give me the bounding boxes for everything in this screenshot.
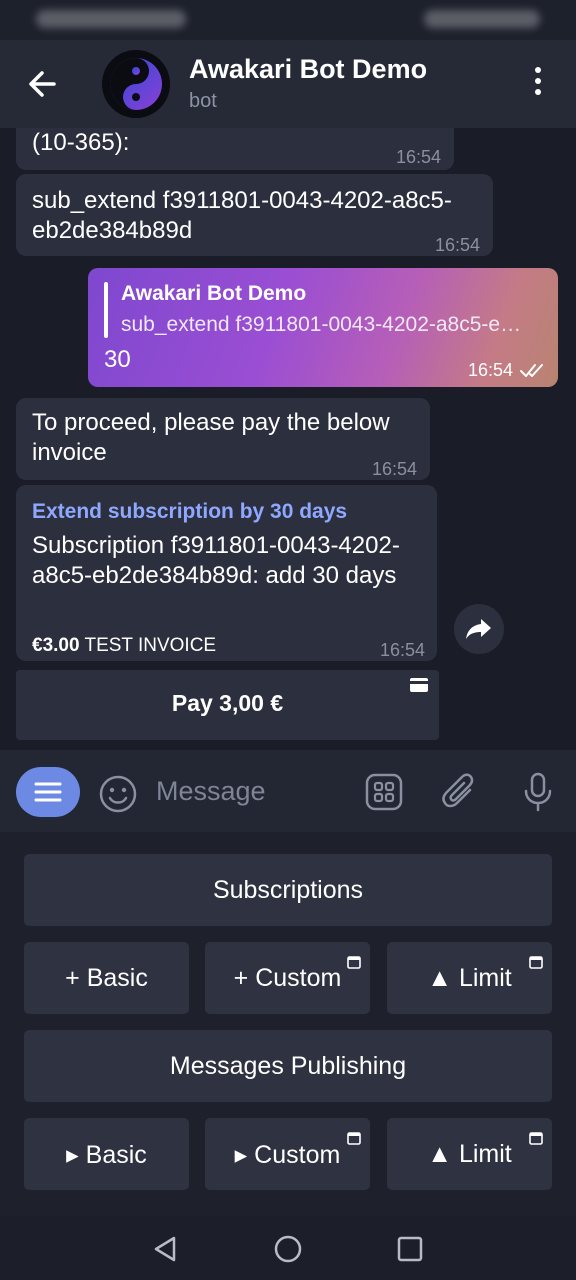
invoice-tag: TEST INVOICE — [84, 635, 217, 656]
bot-reply-keyboard: Subscriptions + Basic + Custom ▲ Limit M… — [0, 832, 576, 1216]
keyboard-button-label: ▸ Custom — [234, 1141, 341, 1169]
pay-button[interactable]: Pay 3,00 € — [16, 670, 439, 740]
reply-preview-text: sub_extend f3911801-0043-4202-a8c5-e… — [121, 313, 522, 336]
credit-card-icon — [410, 678, 428, 692]
keyboard-button-add-basic[interactable]: + Basic — [24, 942, 189, 1014]
message-text: sub_extend f3911801-0043-4202-a8c5-eb2de… — [32, 187, 452, 244]
status-bar — [0, 0, 576, 40]
message-input-bar — [0, 750, 576, 832]
smiley-icon — [99, 775, 137, 813]
keyboard-button-publish-basic[interactable]: ▸ Basic — [24, 1118, 189, 1190]
system-navigation-bar — [0, 1216, 576, 1280]
invoice-message[interactable]: Extend subscription by 30 days Subscript… — [16, 485, 437, 661]
keyboard-button-messages-publishing[interactable]: Messages Publishing — [24, 1030, 552, 1102]
nav-back-icon[interactable] — [150, 1234, 180, 1264]
invoice-amount-line: €3.00 TEST INVOICE — [32, 631, 216, 661]
invoice-description: Subscription f3911801-0043-4202-a8c5-eb2… — [32, 532, 400, 589]
chat-title[interactable]: Awakari Bot Demo — [189, 54, 427, 85]
status-right-blur — [424, 10, 540, 28]
back-button[interactable] — [24, 64, 64, 104]
reply-sender-name: Awakari Bot Demo — [121, 282, 307, 305]
nav-home-icon[interactable] — [273, 1234, 303, 1264]
invoice-title: Extend subscription by 30 days — [32, 500, 348, 523]
keyboard-button-subscriptions[interactable]: Subscriptions — [24, 854, 552, 926]
awakari-logo-icon — [102, 50, 170, 118]
message-text: (10-365): — [32, 129, 130, 156]
message-time: 16:54 — [396, 147, 442, 167]
more-options-button[interactable] — [526, 62, 550, 106]
keyboard-button-label: + Custom — [233, 964, 342, 992]
chat-header: Awakari Bot Demo bot — [0, 40, 576, 128]
message-time: 16:54 — [468, 360, 514, 380]
keyboard-button-label: ▸ Basic — [66, 1141, 147, 1169]
keyboard-button-label: Messages Publishing — [169, 1052, 407, 1080]
status-left-blur — [36, 10, 186, 28]
dot-icon — [535, 67, 541, 73]
attach-button[interactable] — [440, 770, 480, 814]
keyboard-button-label: Subscriptions — [212, 876, 364, 904]
microphone-button[interactable] — [518, 770, 558, 814]
menu-lines-icon — [34, 782, 62, 802]
keyboard-button-add-custom[interactable]: + Custom — [205, 942, 370, 1014]
keyboard-button-limit[interactable]: ▲ Limit — [387, 942, 552, 1014]
bot-menu-button[interactable] — [16, 767, 80, 817]
bot-avatar[interactable] — [102, 50, 170, 118]
keyboard-button-label: + Basic — [65, 964, 148, 992]
microphone-icon — [524, 772, 552, 812]
arrow-left-icon — [29, 71, 56, 97]
pay-button-label: Pay 3,00 € — [171, 690, 284, 716]
share-button[interactable] — [454, 604, 504, 654]
message-bubble-incoming[interactable]: sub_extend f3911801-0043-4202-a8c5-eb2de… — [16, 174, 493, 256]
invoice-amount: €3.00 — [32, 635, 80, 656]
message-input[interactable] — [156, 774, 346, 808]
webapp-window-icon — [347, 956, 361, 969]
message-time: 16:54 — [380, 640, 426, 660]
dot-icon — [535, 89, 541, 95]
keyboard-button-label: ▲ Limit — [427, 964, 512, 992]
dot-icon — [535, 78, 541, 84]
keyboard-button-label: ▲ Limit — [427, 1140, 512, 1168]
reply-quote-bar — [104, 282, 108, 338]
message-text: 30 — [104, 346, 131, 373]
double-check-icon — [520, 364, 543, 377]
message-time: 16:54 — [435, 235, 481, 255]
webapp-window-icon — [347, 1132, 361, 1145]
paperclip-icon — [442, 773, 474, 808]
bot-keyboard-toggle-button[interactable] — [364, 772, 404, 812]
message-bubble-incoming[interactable]: To proceed, please pay the below invoice… — [16, 398, 430, 480]
message-text: To proceed, please pay the below invoice — [32, 409, 390, 466]
share-arrow-icon — [466, 619, 491, 639]
chat-subtitle: bot — [189, 90, 217, 112]
keyboard-button-publish-custom[interactable]: ▸ Custom — [205, 1118, 370, 1190]
keyboard-grid-icon — [365, 773, 403, 811]
keyboard-button-publish-limit[interactable]: ▲ Limit — [387, 1118, 552, 1190]
chat-area[interactable]: (10-365): 16:54 sub_extend f3911801-0043… — [0, 128, 576, 750]
webapp-window-icon — [529, 1132, 543, 1145]
nav-recents-icon[interactable] — [396, 1235, 424, 1263]
message-time: 16:54 — [372, 459, 418, 479]
message-bubble-incoming[interactable]: (10-365): 16:54 — [16, 128, 454, 170]
emoji-button[interactable] — [98, 774, 138, 814]
webapp-window-icon — [529, 956, 543, 969]
message-bubble-outgoing[interactable]: Awakari Bot Demo sub_extend f3911801-004… — [88, 268, 558, 387]
